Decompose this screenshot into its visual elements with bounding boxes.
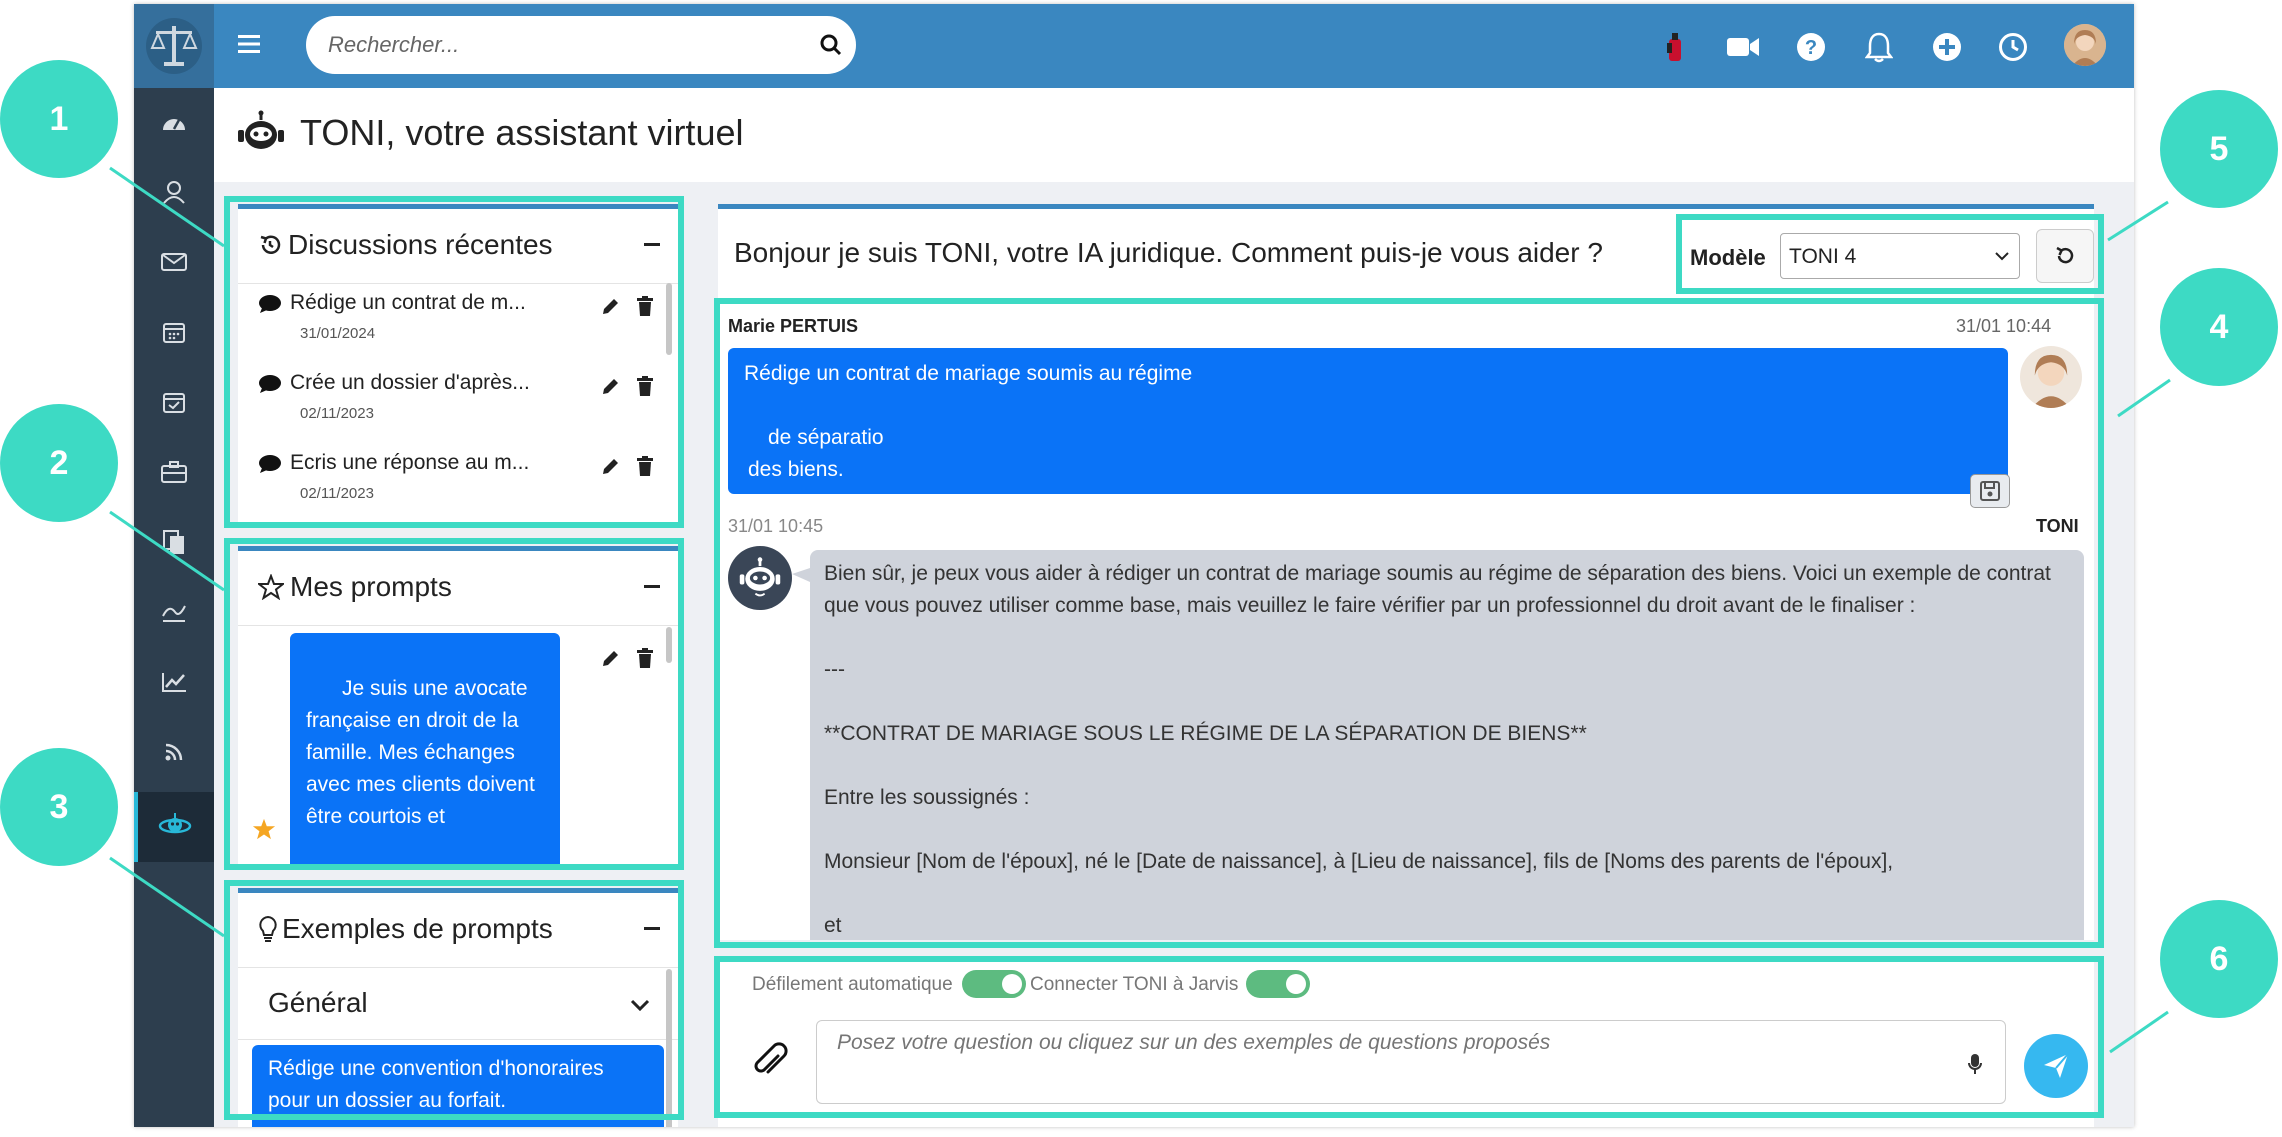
callout-2: 2 xyxy=(0,404,118,522)
callout-6: 6 xyxy=(2160,900,2278,1018)
callout-lines xyxy=(109,166,2171,1054)
callout-4: 4 xyxy=(2160,268,2278,386)
callout-1: 1 xyxy=(0,60,118,178)
callout-5: 5 xyxy=(2160,90,2278,208)
callout-3: 3 xyxy=(0,748,118,866)
